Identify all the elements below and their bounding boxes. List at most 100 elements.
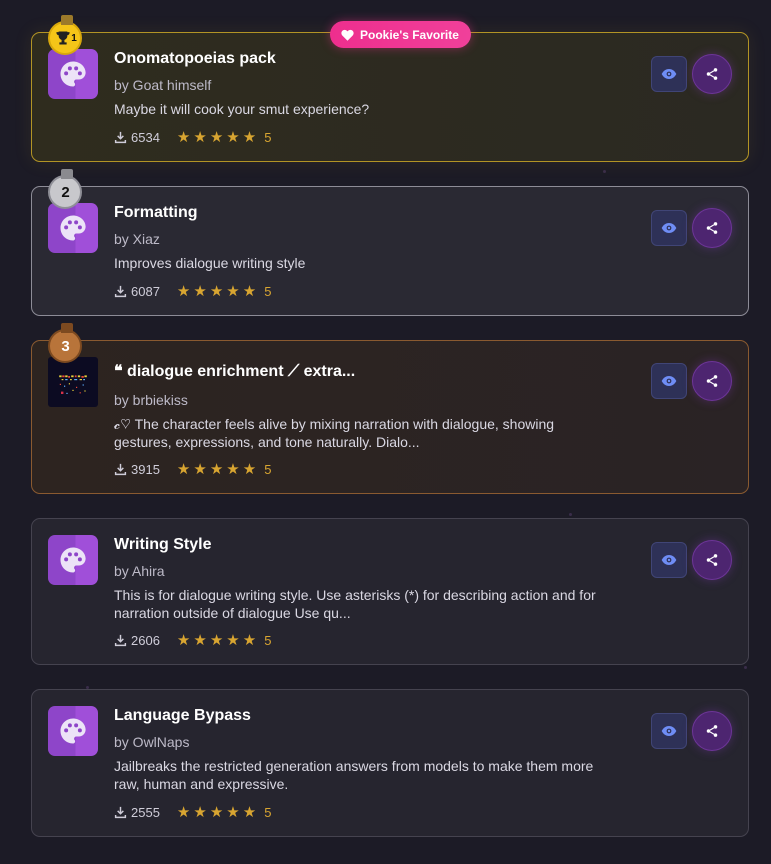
rank-number: 1 [71,32,76,44]
pack-author[interactable]: by OwlNaps [114,734,189,750]
pack-title[interactable]: Language Bypass [114,707,251,725]
star-rating: ★ ★ ★ ★ ★ 5 [177,284,272,299]
pack-stats: 2606 ★ ★ ★ ★ ★ 5 [114,633,271,648]
rank-number: 3 [61,337,69,355]
pack-thumbnail [48,535,98,585]
eye-icon [661,376,677,386]
pack-title[interactable]: Onomatopoeias pack [114,50,276,68]
pack-thumbnail-pixel-art [48,357,98,407]
background-dot [603,170,606,173]
pack-stats: 2555 ★ ★ ★ ★ ★ 5 [114,805,271,820]
pack-description: Improves dialogue writing style [114,255,306,271]
palette-icon [60,61,86,87]
star-icon: ★ [193,632,207,649]
star-icon: ★ [193,129,207,146]
star-icon: ★ [176,283,191,300]
star-icon: ★ [242,804,257,821]
pack-thumbnail [48,203,98,253]
eye-icon [661,726,677,736]
palette-icon [60,547,86,573]
star-icon: ★ [209,461,224,478]
star-icon: ★ [226,129,240,146]
pack-title[interactable]: Formatting [114,204,198,222]
pack-author[interactable]: by Xiaz [114,231,160,247]
background-dot [569,513,572,516]
pack-card-onomatopoeias[interactable]: 1 Onomatopoeias pack by Goat himself May… [31,15,749,162]
star-icon: ★ [193,283,207,300]
pack-title[interactable]: Writing Style [114,536,212,554]
star-icon: ★ [226,632,240,649]
pack-card-dialogue-enrichment[interactable]: 3 ❝ dialogue enrichment ⟋ extra... by br… [31,323,749,494]
rating-value: 5 [264,462,272,477]
pack-stats: 3915 ★ ★ ★ ★ ★ 5 [114,462,271,477]
star-icon: ★ [226,804,240,821]
star-icon: ★ [193,461,207,478]
heart-icon [341,29,354,41]
rating-value: 5 [264,284,272,299]
star-rating: ★ ★ ★ ★ ★ 5 [177,462,272,477]
rank-number: 2 [61,183,69,201]
download-count: 2555 [131,805,160,820]
rating-value: 5 [264,805,272,820]
star-rating: ★ ★ ★ ★ ★ 5 [177,805,272,820]
pack-author[interactable]: by brbiekiss [114,392,188,408]
share-button[interactable] [692,54,732,94]
star-icon: ★ [242,129,257,146]
star-icon: ★ [209,129,224,146]
rank-ribbon [61,15,73,25]
star-rating: ★ ★ ★ ★ ★ 5 [177,130,272,145]
pack-thumbnail [48,706,98,756]
palette-icon [60,718,86,744]
download-icon [114,463,127,476]
download-icon [114,285,127,298]
pack-description: Jailbreaks the restricted generation ans… [114,758,594,792]
rank-ribbon [61,169,73,179]
rank-ribbon [61,323,73,333]
rank-badge-gold: 1 [48,15,82,55]
view-button[interactable] [651,542,687,578]
pack-author[interactable]: by Ahira [114,563,165,579]
rating-value: 5 [264,130,272,145]
share-icon [706,68,718,80]
pack-stats: 6087 ★ ★ ★ ★ ★ 5 [114,284,271,299]
pack-card-language-bypass[interactable]: Language Bypass by OwlNaps Jailbreaks th… [31,689,749,837]
share-button[interactable] [692,711,732,751]
download-icon [114,131,127,144]
eye-icon [661,223,677,233]
share-icon [706,375,718,387]
favorite-badge: Pookie's Favorite [330,21,471,48]
eye-icon [661,555,677,565]
pack-description: This is for dialogue writing style. Use … [114,587,596,621]
share-button[interactable] [692,208,732,248]
download-count: 6087 [131,284,160,299]
share-button[interactable] [692,540,732,580]
pack-description: Maybe it will cook your smut experience? [114,101,370,117]
eye-icon [661,69,677,79]
rank-badge-bronze: 3 [48,323,82,363]
pack-author[interactable]: by Goat himself [114,77,211,93]
trophy-icon [56,31,70,45]
palette-icon [60,215,86,241]
star-icon: ★ [176,632,191,649]
view-button[interactable] [651,210,687,246]
share-button[interactable] [692,361,732,401]
pack-card-writing-style[interactable]: Writing Style by Ahira This is for dialo… [31,518,749,665]
view-button[interactable] [651,56,687,92]
star-icon: ★ [209,283,224,300]
download-count: 2606 [131,633,160,648]
pack-card-formatting[interactable]: 2 Formatting by Xiaz Improves dialogue w… [31,169,749,316]
view-button[interactable] [651,363,687,399]
favorite-badge-label: Pookie's Favorite [360,27,459,42]
star-icon: ★ [226,283,240,300]
download-icon [114,634,127,647]
background-dot [744,666,747,669]
share-icon [706,725,718,737]
share-icon [706,222,718,234]
pack-stats: 6534 ★ ★ ★ ★ ★ 5 [114,130,271,145]
rating-value: 5 [264,633,272,648]
view-button[interactable] [651,713,687,749]
download-count: 3915 [131,462,160,477]
pack-title[interactable]: ❝ dialogue enrichment ⟋ extra... [114,361,355,381]
star-rating: ★ ★ ★ ★ ★ 5 [177,633,272,648]
star-icon: ★ [242,461,257,478]
